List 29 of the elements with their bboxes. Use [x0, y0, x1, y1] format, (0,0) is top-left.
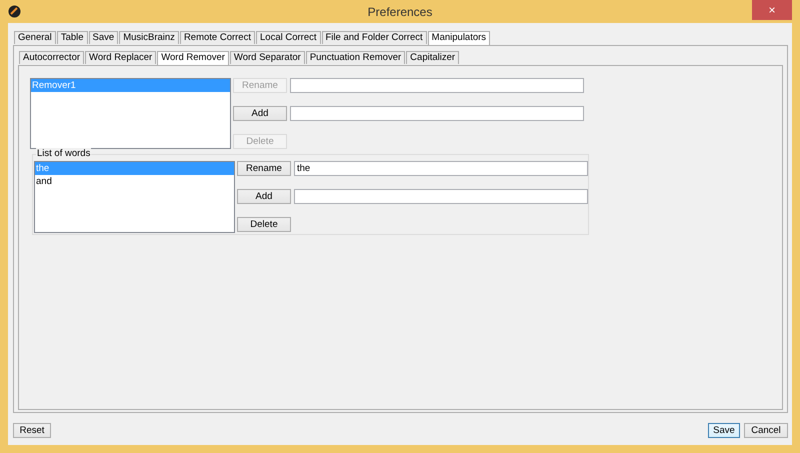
dialog-button[interactable]: Save	[708, 423, 740, 438]
app-icon	[8, 5, 21, 18]
text-field[interactable]: the	[294, 161, 588, 176]
text-field[interactable]	[290, 78, 584, 93]
window-title: Preferences	[368, 4, 432, 20]
tab[interactable]: Table	[56, 31, 88, 44]
action-button[interactable]: Rename	[237, 161, 291, 176]
text-field[interactable]	[290, 106, 584, 121]
tab[interactable]: Autocorrector	[19, 51, 84, 64]
tab[interactable]: Save	[88, 31, 118, 44]
tab[interactable]: Word Remover	[157, 51, 229, 65]
tab[interactable]: MusicBrainz	[119, 31, 179, 44]
tab[interactable]: Local Correct	[256, 31, 320, 44]
tab[interactable]: File and Folder Correct	[322, 31, 427, 44]
tab[interactable]: Capitalizer	[406, 51, 460, 64]
action-button[interactable]: Delete	[237, 217, 291, 232]
dialog-button[interactable]: Reset	[13, 423, 51, 438]
list-item[interactable]: and	[35, 175, 234, 188]
tab[interactable]: Punctuation Remover	[306, 51, 406, 64]
tab[interactable]: Word Separator	[230, 51, 305, 64]
action-button[interactable]: Add	[237, 189, 291, 204]
action-button[interactable]: Add	[233, 106, 287, 121]
dialog-button[interactable]: Cancel	[744, 423, 788, 438]
text-field[interactable]	[294, 189, 588, 204]
close-button[interactable]: ×	[752, 0, 792, 20]
tab[interactable]: Word Replacer	[85, 51, 156, 64]
tab[interactable]: Remote Correct	[180, 31, 255, 44]
tab[interactable]: Manipulators	[428, 31, 490, 45]
tab[interactable]: General	[14, 31, 56, 44]
